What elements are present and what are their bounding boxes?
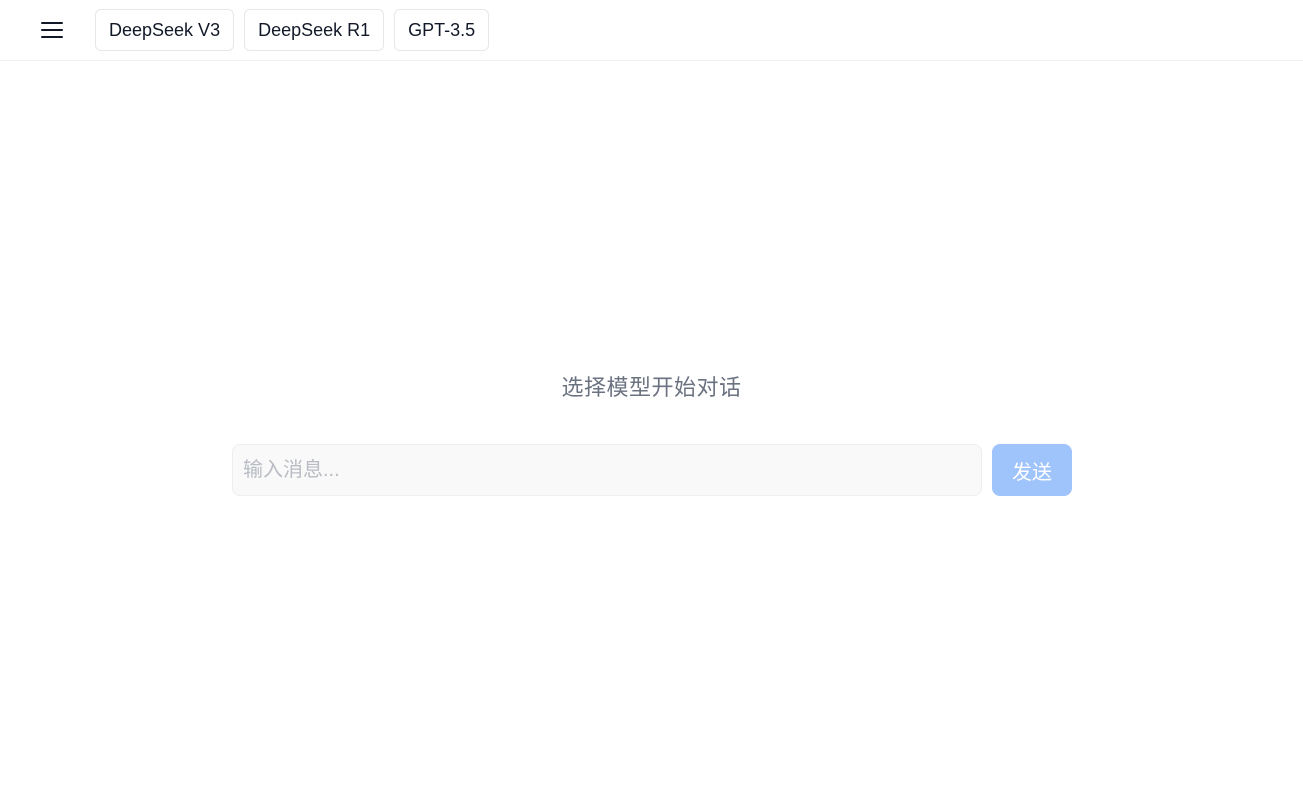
empty-state-title: 选择模型开始对话 [561, 375, 742, 400]
send-button[interactable]: 发送 [992, 444, 1072, 496]
message-composer: 发送 [232, 444, 1072, 496]
model-tab-gpt-3-5[interactable]: GPT-3.5 [394, 9, 490, 51]
top-bar: DeepSeek V3 DeepSeek R1 GPT-3.5 [0, 0, 1303, 61]
chat-area: 选择模型开始对话 发送 [0, 61, 1303, 805]
hamburger-menu-icon [41, 21, 63, 39]
menu-button[interactable] [30, 13, 74, 47]
chat-app: DeepSeek V3 DeepSeek R1 GPT-3.5 选择模型开始对话… [0, 0, 1303, 805]
message-input[interactable] [232, 444, 982, 496]
model-tab-deepseek-v3[interactable]: DeepSeek V3 [95, 9, 235, 51]
model-tab-deepseek-r1[interactable]: DeepSeek R1 [244, 9, 385, 51]
model-selector: DeepSeek V3 DeepSeek R1 GPT-3.5 [95, 9, 490, 51]
